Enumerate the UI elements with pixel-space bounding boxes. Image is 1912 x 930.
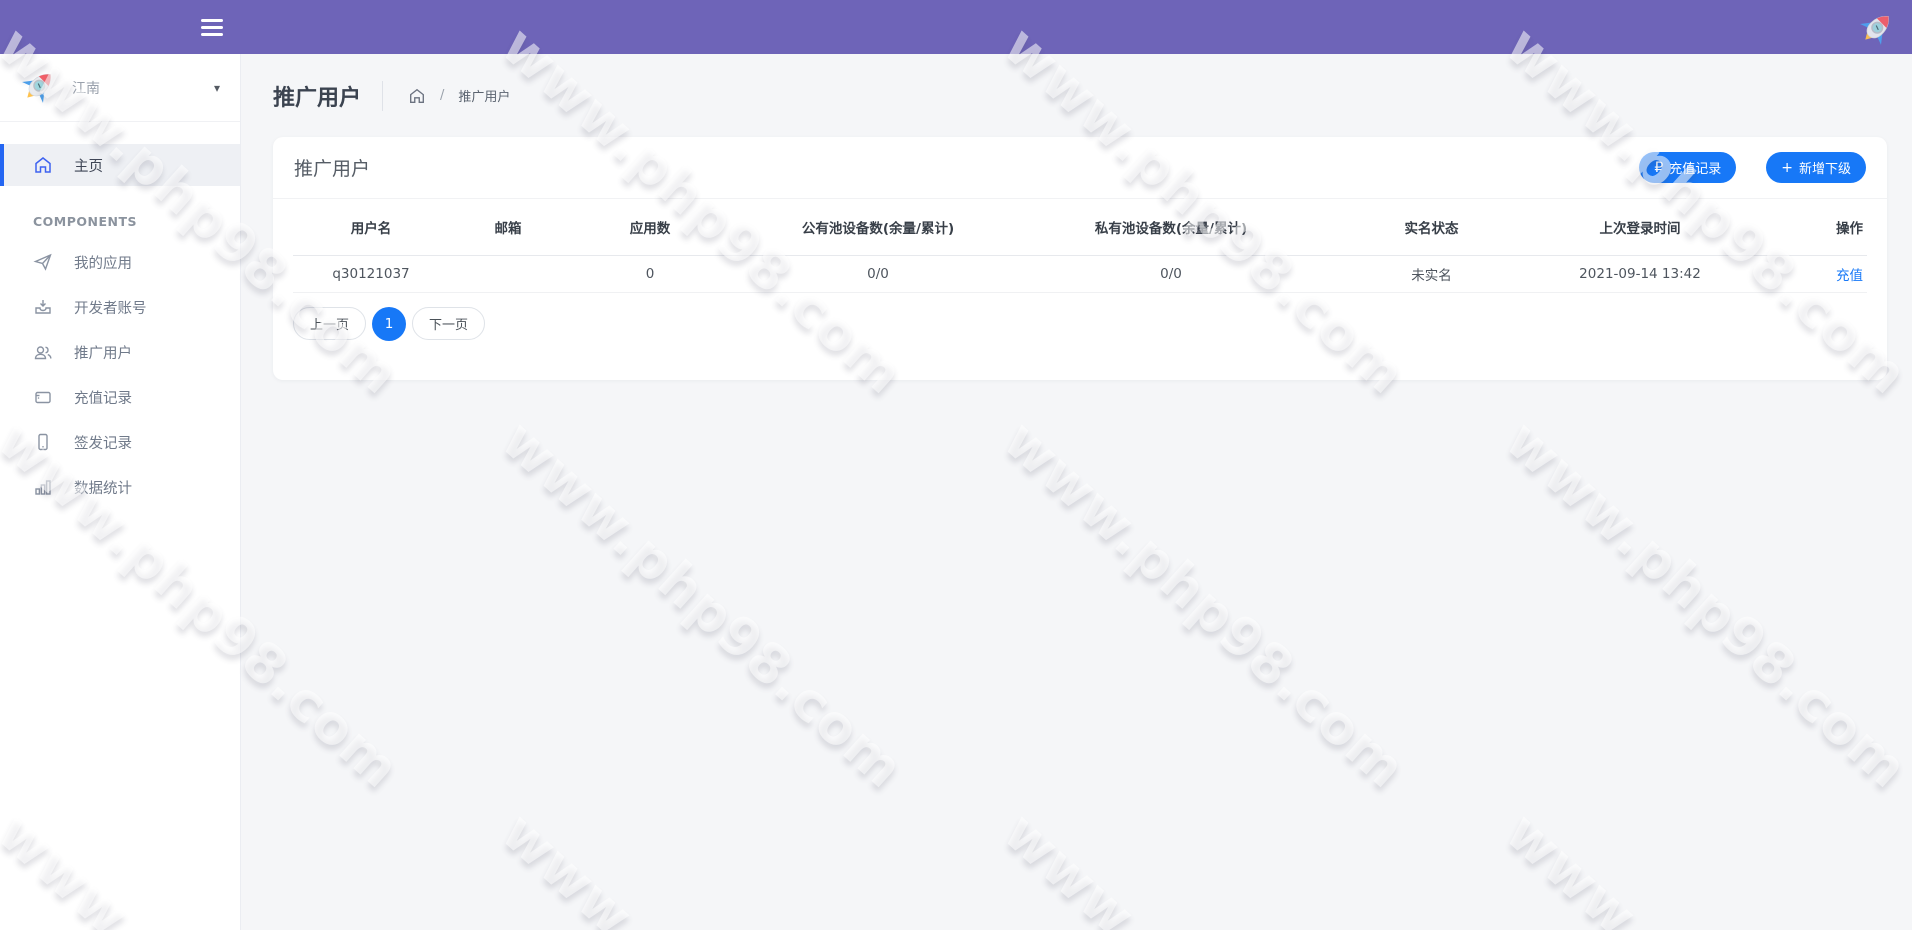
sidebar-item-label: 推广用户 [74, 345, 132, 362]
brand-rocket-icon [16, 62, 62, 109]
app-logo-rocket-icon [1854, 5, 1900, 51]
cell-realname-status: 未实名 [1319, 255, 1544, 293]
recharge-link[interactable]: 充值 [1836, 268, 1863, 284]
cell-username: q30121037 [293, 255, 449, 293]
sidebar-item-label: 主页 [74, 158, 103, 175]
breadcrumb: / 推广用户 [408, 86, 510, 105]
main-content: 推广用户 / 推广用户 推广用户 ₽ 充值记录 + 新增下级 用户名 邮箱 应用… [241, 54, 1912, 930]
sidebar-item-home[interactable]: 主页 [0, 144, 240, 186]
inbox-icon [35, 300, 51, 314]
sidebar-item-promotion-users[interactable]: 推广用户 [0, 331, 240, 373]
next-page-button[interactable]: 下一页 [412, 307, 486, 340]
cell-email [449, 255, 567, 293]
sidebar-item-developer-account[interactable]: 开发者账号 [0, 286, 240, 328]
sidebar-item-label: 我的应用 [74, 255, 132, 272]
mobile-icon [38, 433, 48, 451]
recharge-records-button[interactable]: ₽ 充值记录 [1639, 152, 1737, 183]
table-row: q30121037 0 0/0 0/0 未实名 2021-09-14 13:42… [293, 255, 1867, 293]
top-navbar [0, 0, 1912, 54]
sidebar-item-label: 数据统计 [74, 480, 132, 497]
col-last-login: 上次登录时间 [1544, 199, 1736, 256]
sidebar-item-data-statistics[interactable]: 数据统计 [0, 466, 240, 508]
col-private-pool: 私有池设备数(余量/累计) [1023, 199, 1319, 256]
col-email: 邮箱 [449, 199, 567, 256]
card-actions: ₽ 充值记录 + 新增下级 [1639, 152, 1866, 183]
breadcrumb-current: 推广用户 [458, 90, 511, 105]
users-icon [34, 346, 52, 360]
table-header-row: 用户名 邮箱 应用数 公有池设备数(余量/累计) 私有池设备数(余量/累计) 实… [293, 199, 1867, 256]
pagination: 上一页 1 下一页 [293, 306, 1867, 341]
sidebar-item-label: 签发记录 [74, 435, 132, 452]
cell-app-count: 0 [567, 255, 733, 293]
sidebar: 江南 ▾ 主页 COMPONENTS 我的应用 开发者账号 推广用户 充值记录 … [0, 54, 241, 930]
wallet-icon [35, 391, 51, 404]
sidebar-item-recharge-records[interactable]: 充值记录 [0, 376, 240, 418]
add-subordinate-button[interactable]: + 新增下级 [1766, 152, 1866, 183]
page-header: 推广用户 / 推广用户 [273, 54, 1887, 137]
cell-last-login: 2021-09-14 13:42 [1544, 255, 1736, 293]
hamburger-menu-icon[interactable] [201, 15, 225, 39]
currency-icon: ₽ [1654, 159, 1664, 176]
col-realname-status: 实名状态 [1319, 199, 1544, 256]
sidebar-item-my-apps[interactable]: 我的应用 [0, 241, 240, 283]
sidebar-nav: 主页 COMPONENTS 我的应用 开发者账号 推广用户 充值记录 签发记录 … [0, 122, 240, 508]
brand-name: 江南 [72, 80, 100, 97]
page-title: 推广用户 [273, 85, 362, 111]
cell-public-pool: 0/0 [733, 255, 1023, 293]
current-page-button[interactable]: 1 [372, 306, 407, 341]
cell-private-pool: 0/0 [1023, 255, 1319, 293]
sidebar-section-label: COMPONENTS [33, 214, 138, 229]
paper-plane-icon [33, 253, 52, 271]
col-app-count: 应用数 [567, 199, 733, 256]
col-public-pool: 公有池设备数(余量/累计) [733, 199, 1023, 256]
prev-page-button[interactable]: 上一页 [293, 307, 367, 340]
card-title: 推广用户 [294, 158, 371, 180]
plus-icon: + [1781, 159, 1793, 176]
header-divider [382, 80, 384, 111]
caret-down-icon: ▾ [213, 80, 220, 95]
breadcrumb-home-icon[interactable] [408, 87, 426, 105]
promotion-users-card: 推广用户 ₽ 充值记录 + 新增下级 用户名 邮箱 应用数 公有池设备数(余量/… [273, 137, 1887, 380]
brand-selector[interactable]: 江南 ▾ [0, 54, 240, 122]
sidebar-item-label: 充值记录 [74, 390, 132, 407]
users-table: 用户名 邮箱 应用数 公有池设备数(余量/累计) 私有池设备数(余量/累计) 实… [293, 199, 1867, 293]
breadcrumb-separator: / [440, 88, 445, 103]
col-username: 用户名 [293, 199, 449, 256]
col-action: 操作 [1736, 199, 1867, 256]
home-icon [35, 157, 51, 173]
sidebar-item-issue-records[interactable]: 签发记录 [0, 421, 240, 463]
card-header: 推广用户 ₽ 充值记录 + 新增下级 [273, 137, 1887, 199]
sidebar-item-label: 开发者账号 [74, 300, 147, 317]
bar-chart-icon [35, 480, 51, 495]
